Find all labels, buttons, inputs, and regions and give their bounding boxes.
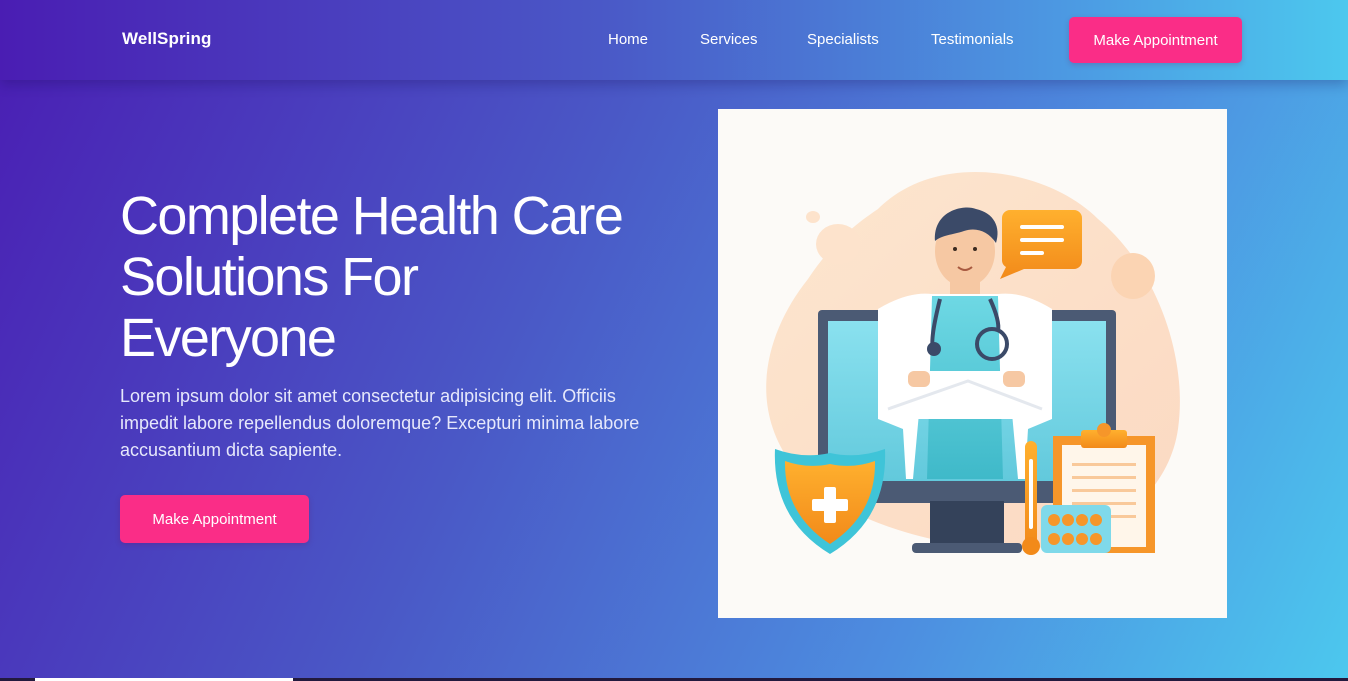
- top-navbar: WellSpring Home Services Specialists Tes…: [0, 0, 1348, 80]
- nav-services[interactable]: Services: [700, 31, 758, 48]
- pill-8: [1090, 533, 1102, 545]
- pill-5: [1048, 533, 1060, 545]
- doctor-arms: [878, 371, 1052, 419]
- doctor-hand-left: [908, 371, 930, 387]
- doctor-eye-right: [973, 247, 977, 251]
- speech-line-1: [1020, 225, 1064, 229]
- doctor-illustration: [718, 109, 1227, 618]
- pill-1: [1048, 514, 1060, 526]
- pill-3: [1076, 514, 1088, 526]
- decor-bubble-2: [806, 211, 820, 223]
- speech-line-3: [1020, 251, 1044, 255]
- clipboard-line-1: [1072, 463, 1136, 466]
- thermometer-bulb: [1022, 537, 1040, 555]
- hero-title: Complete Health Care Solutions For Every…: [120, 186, 624, 368]
- decor-bubble-3: [1111, 253, 1155, 299]
- pill-2: [1062, 514, 1074, 526]
- clipboard-line-4: [1072, 502, 1136, 505]
- hero-make-appointment-button[interactable]: Make Appointment: [120, 495, 309, 543]
- clipboard-line-3: [1072, 489, 1136, 492]
- shield-cross-h: [812, 499, 848, 511]
- nav-specialists[interactable]: Specialists: [807, 31, 879, 48]
- pill-4: [1090, 514, 1102, 526]
- nav-testimonials[interactable]: Testimonials: [931, 31, 1014, 48]
- clipboard-line-2: [1072, 476, 1136, 479]
- doctor-hand-right: [1003, 371, 1025, 387]
- nav-home[interactable]: Home: [608, 31, 648, 48]
- hero-description: Lorem ipsum dolor sit amet consectetur a…: [120, 386, 640, 460]
- monitor-base: [912, 543, 1022, 553]
- pill-6: [1062, 533, 1074, 545]
- brand-logo[interactable]: WellSpring: [122, 29, 211, 49]
- thermometer-line: [1029, 459, 1033, 529]
- decor-bubble-1: [816, 224, 860, 264]
- pill-pack-icon: [1041, 505, 1111, 553]
- stethoscope-chest-piece: [927, 342, 941, 356]
- speech-line-2: [1020, 238, 1064, 242]
- doctor-eye-left: [953, 247, 957, 251]
- monitor-stand: [930, 501, 1004, 543]
- clipboard-clip-hole: [1097, 423, 1111, 437]
- pill-7: [1076, 533, 1088, 545]
- speech-bubble: [1000, 210, 1082, 279]
- nav-make-appointment-button[interactable]: Make Appointment: [1069, 17, 1242, 63]
